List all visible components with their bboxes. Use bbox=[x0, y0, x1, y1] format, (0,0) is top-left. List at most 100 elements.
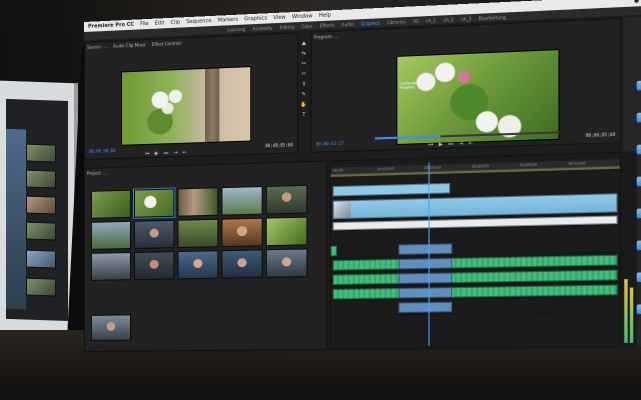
video-clip[interactable] bbox=[333, 183, 450, 197]
audio-clip-selected[interactable] bbox=[398, 243, 452, 254]
workspace-tab[interactable]: ch_3 bbox=[461, 16, 471, 22]
audio-track[interactable] bbox=[331, 297, 620, 316]
overwrite-icon[interactable]: ⇤ bbox=[469, 140, 474, 146]
workspace-tab[interactable]: Learning bbox=[227, 26, 245, 32]
panel-shortcut-icon[interactable] bbox=[637, 304, 641, 314]
video-clip-thumbnail bbox=[334, 201, 351, 218]
status-icons: ● ● ● ● bbox=[634, 0, 641, 4]
clip-thumbnail[interactable] bbox=[91, 252, 131, 281]
clip-thumbnail-row-last[interactable] bbox=[91, 314, 131, 341]
workspace-tab[interactable]: Color bbox=[302, 23, 313, 29]
clip-thumbnail[interactable] bbox=[266, 185, 308, 215]
clip-thumbnail[interactable] bbox=[134, 220, 174, 249]
secondary-monitor-screen bbox=[6, 99, 68, 321]
imac-screen: Premiere Pro CC File Edit Clip Sequence … bbox=[84, 0, 641, 354]
menu-graphics[interactable]: Graphics bbox=[244, 15, 267, 22]
selection-tool-icon[interactable]: ▲ bbox=[302, 40, 306, 46]
step-forward-icon[interactable]: ⏭ bbox=[448, 141, 453, 147]
overwrite-icon[interactable]: ⇤ bbox=[183, 150, 187, 156]
play-icon[interactable]: ▶ bbox=[439, 141, 443, 147]
workspace-tab[interactable]: Audio bbox=[342, 21, 354, 27]
track-select-icon[interactable]: ⇆ bbox=[302, 50, 306, 56]
clip-thumbnail[interactable] bbox=[266, 248, 308, 277]
source-timecode-in[interactable]: 00;00;00;00 bbox=[89, 148, 115, 154]
source-frame[interactable] bbox=[121, 66, 251, 146]
menu-file[interactable]: File bbox=[140, 21, 148, 27]
panel-shortcut-icon[interactable] bbox=[637, 208, 641, 218]
clip-thumbnail[interactable] bbox=[178, 219, 219, 248]
app-name[interactable]: Premiere Pro CC bbox=[88, 22, 134, 30]
workspace-tab[interactable]: All bbox=[413, 18, 418, 23]
razor-icon[interactable]: ✂ bbox=[302, 71, 306, 77]
step-back-icon[interactable]: ⏮ bbox=[428, 142, 433, 148]
menu-help[interactable]: Help bbox=[319, 12, 331, 19]
program-timecode-in[interactable]: 00;00;42;17 bbox=[316, 141, 344, 147]
tab-effect-controls[interactable]: Effect Controls bbox=[152, 41, 182, 47]
secondary-thumbnail bbox=[26, 222, 56, 241]
menu-view[interactable]: View bbox=[273, 14, 285, 21]
tab-audio-mixer[interactable]: Audio Clip Mixer bbox=[113, 42, 146, 48]
clip-thumbnail[interactable] bbox=[221, 249, 262, 278]
ruler-label: 00;08;00 bbox=[520, 163, 537, 168]
audio-clip-selected[interactable] bbox=[398, 273, 452, 284]
panel-shortcut-icon[interactable] bbox=[637, 144, 641, 154]
clip-thumbnail[interactable] bbox=[266, 217, 308, 247]
clip-grid bbox=[91, 185, 308, 281]
slip-icon[interactable]: ↕ bbox=[302, 81, 306, 87]
clip-thumbnail[interactable] bbox=[221, 218, 262, 247]
clip-thumbnail[interactable] bbox=[178, 250, 219, 279]
menu-clip[interactable]: Clip bbox=[171, 19, 181, 26]
tab-program[interactable]: Program: ... bbox=[314, 34, 339, 40]
tab-source[interactable]: Source: ... bbox=[87, 44, 107, 50]
clip-thumbnail[interactable] bbox=[178, 187, 219, 216]
ruler-label: 00;06;00 bbox=[472, 164, 489, 169]
workspace-tab[interactable]: ch_2 bbox=[444, 16, 454, 22]
hand-icon[interactable]: ✋ bbox=[301, 102, 308, 108]
source-timecode-out: 00;00;05;00 bbox=[265, 142, 293, 148]
insert-icon[interactable]: ⇥ bbox=[173, 150, 177, 156]
type-icon[interactable]: T bbox=[302, 112, 305, 118]
menu-markers[interactable]: Markers bbox=[218, 17, 238, 24]
audio-clip-selected[interactable] bbox=[398, 287, 452, 298]
audio-clip-selected[interactable] bbox=[398, 258, 452, 269]
step-back-icon[interactable]: ⏮ bbox=[145, 151, 150, 157]
audio-meter-bar bbox=[630, 288, 633, 343]
pen-icon[interactable]: ✎ bbox=[302, 91, 306, 97]
tools-panel: ▲ ⇆ ↔ ✂ ↕ ✎ ✋ T bbox=[300, 40, 307, 118]
audio-clip[interactable] bbox=[331, 246, 337, 256]
menu-edit[interactable]: Edit bbox=[155, 20, 165, 27]
ripple-edit-icon[interactable]: ↔ bbox=[302, 61, 306, 67]
tab-project[interactable]: Project: ... bbox=[87, 170, 107, 176]
panel-shortcut-icon[interactable] bbox=[637, 112, 641, 122]
panel-shortcut-icon[interactable] bbox=[637, 176, 641, 186]
workspace-tab[interactable]: Bearbeitung bbox=[479, 14, 506, 20]
menu-window[interactable]: Window bbox=[292, 13, 313, 20]
audio-meters bbox=[621, 151, 637, 347]
clip-thumbnail[interactable] bbox=[91, 190, 131, 219]
menu-sequence[interactable]: Sequence bbox=[186, 18, 211, 25]
workspace-tab-active[interactable]: Graphics bbox=[361, 20, 380, 26]
program-monitor-panel: Program: ... Laufende Projekte 00;00;42;… bbox=[311, 18, 621, 153]
step-forward-icon[interactable]: ⏭ bbox=[164, 150, 169, 156]
program-frame[interactable]: Laufende Projekte bbox=[396, 49, 559, 145]
clip-thumbnail[interactable] bbox=[221, 186, 262, 216]
audio-clip-selected[interactable] bbox=[398, 302, 452, 313]
play-icon[interactable]: ▶ bbox=[155, 151, 159, 157]
workspace-tab[interactable]: ch_1 bbox=[426, 17, 436, 23]
panel-shortcut-icon[interactable] bbox=[637, 80, 641, 90]
panel-shortcut-icon[interactable] bbox=[637, 272, 641, 282]
panel-shortcut-icon[interactable] bbox=[637, 240, 641, 250]
clip-thumbnail[interactable] bbox=[134, 188, 174, 217]
insert-icon[interactable]: ⇥ bbox=[459, 141, 464, 147]
clip-thumbnail[interactable] bbox=[134, 251, 174, 280]
timeline-playhead[interactable] bbox=[428, 163, 429, 346]
source-transport: ⏮ ▶ ⏭ ⇥ ⇤ bbox=[145, 150, 187, 157]
program-timecode-out: 00;00;05;00 bbox=[586, 132, 616, 138]
workspace-tab[interactable]: Effects bbox=[320, 22, 334, 28]
workspace-tab[interactable]: Editing bbox=[280, 24, 295, 30]
workspace-tab[interactable]: Libraries bbox=[387, 19, 405, 25]
clip-thumbnail[interactable] bbox=[91, 221, 131, 250]
secondary-thumbnail bbox=[26, 250, 56, 269]
secondary-monitor-sidebar bbox=[6, 129, 26, 310]
workspace-tab[interactable]: Assembly bbox=[253, 25, 273, 31]
